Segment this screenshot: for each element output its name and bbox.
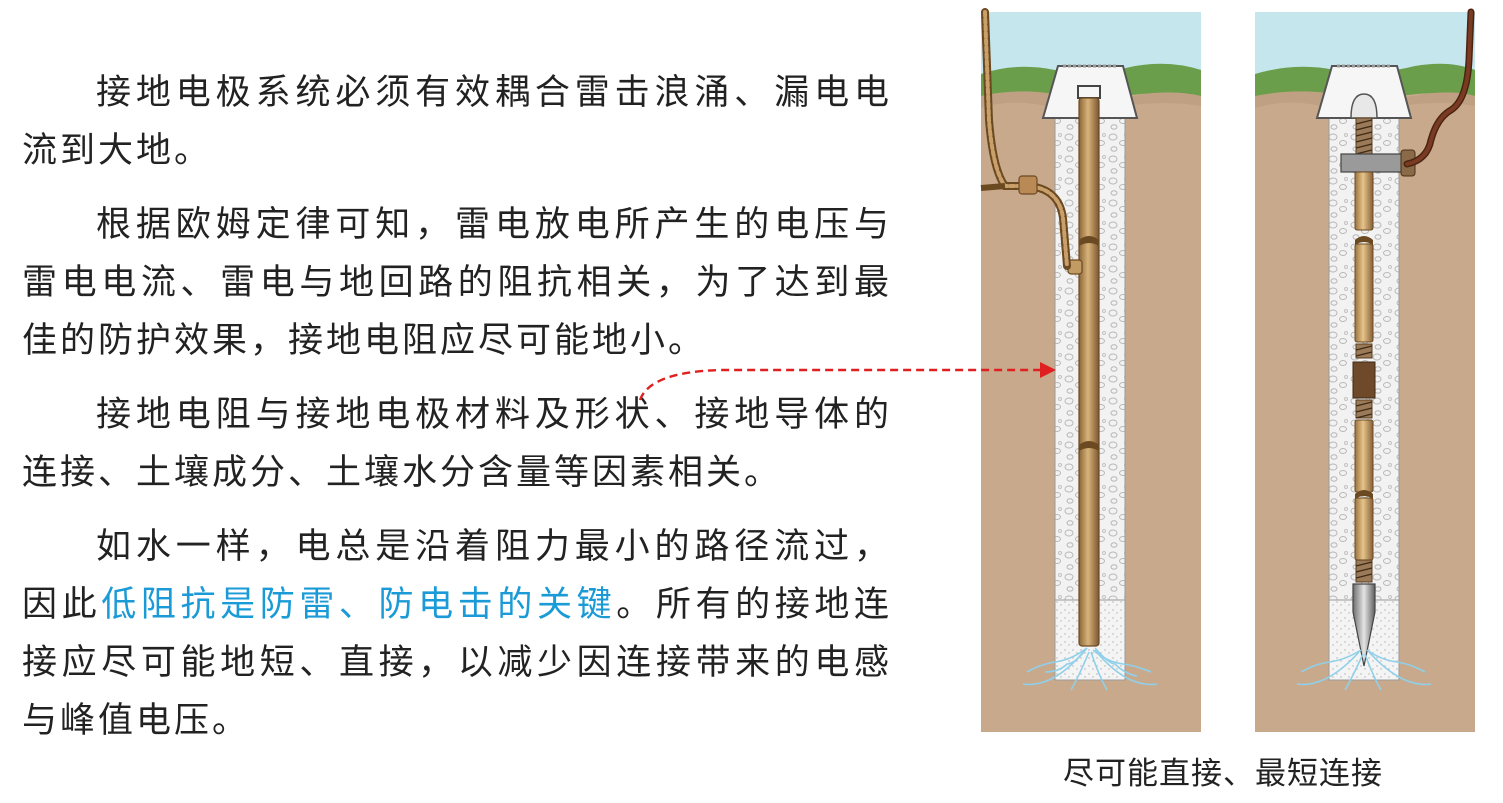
figure-caption: 尽可能直接、最短连接 — [1063, 756, 1383, 792]
left-panel — [980, 8, 1201, 732]
right-panel — [1255, 8, 1475, 732]
paragraph-2: 根据欧姆定律可知，雷电放电所产生的电压与雷电电流、雷电与地回路的阻抗相关，为了达… — [22, 205, 892, 361]
article-text: 接地电极系统必须有效耦合雷击浪涌、漏电电流到大地。 根据欧姆定律可知，雷电放电所… — [22, 64, 892, 766]
paragraph-1: 接地电极系统必须有效耦合雷击浪涌、漏电电流到大地。 — [22, 73, 892, 171]
paragraph-3: 接地电阻与接地电极材料及形状、接地导体的连接、土壤成分、土壤水分含量等因素相关。 — [22, 395, 892, 493]
grounding-illustration — [975, 0, 1503, 803]
highlighted-phrase: 低阻抗是防雷、防电击的关键 — [101, 585, 617, 625]
paragraph-4: 如水一样，电总是沿着阻力最小的路径流过，因此低阻抗是防雷、防电击的关键。所有的接… — [22, 518, 892, 750]
grounding-diagram — [980, 8, 1475, 732]
